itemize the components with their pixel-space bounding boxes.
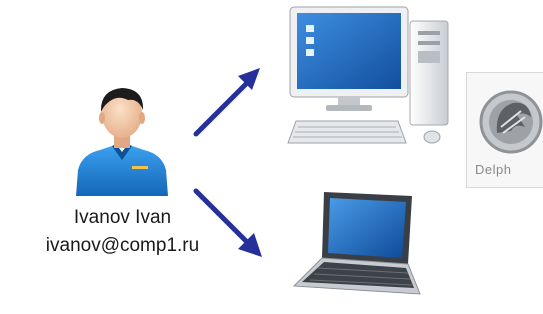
arrow-down-right-icon <box>193 188 262 257</box>
delphi-logo-card: Delph <box>466 72 543 188</box>
delphi-logo-icon <box>479 90 543 154</box>
desktop-computer-icon <box>287 6 449 144</box>
arrow-up-right-icon <box>193 68 260 137</box>
delphi-label: Delph <box>475 162 512 177</box>
person-icon <box>76 88 168 196</box>
laptop-icon <box>292 192 421 295</box>
